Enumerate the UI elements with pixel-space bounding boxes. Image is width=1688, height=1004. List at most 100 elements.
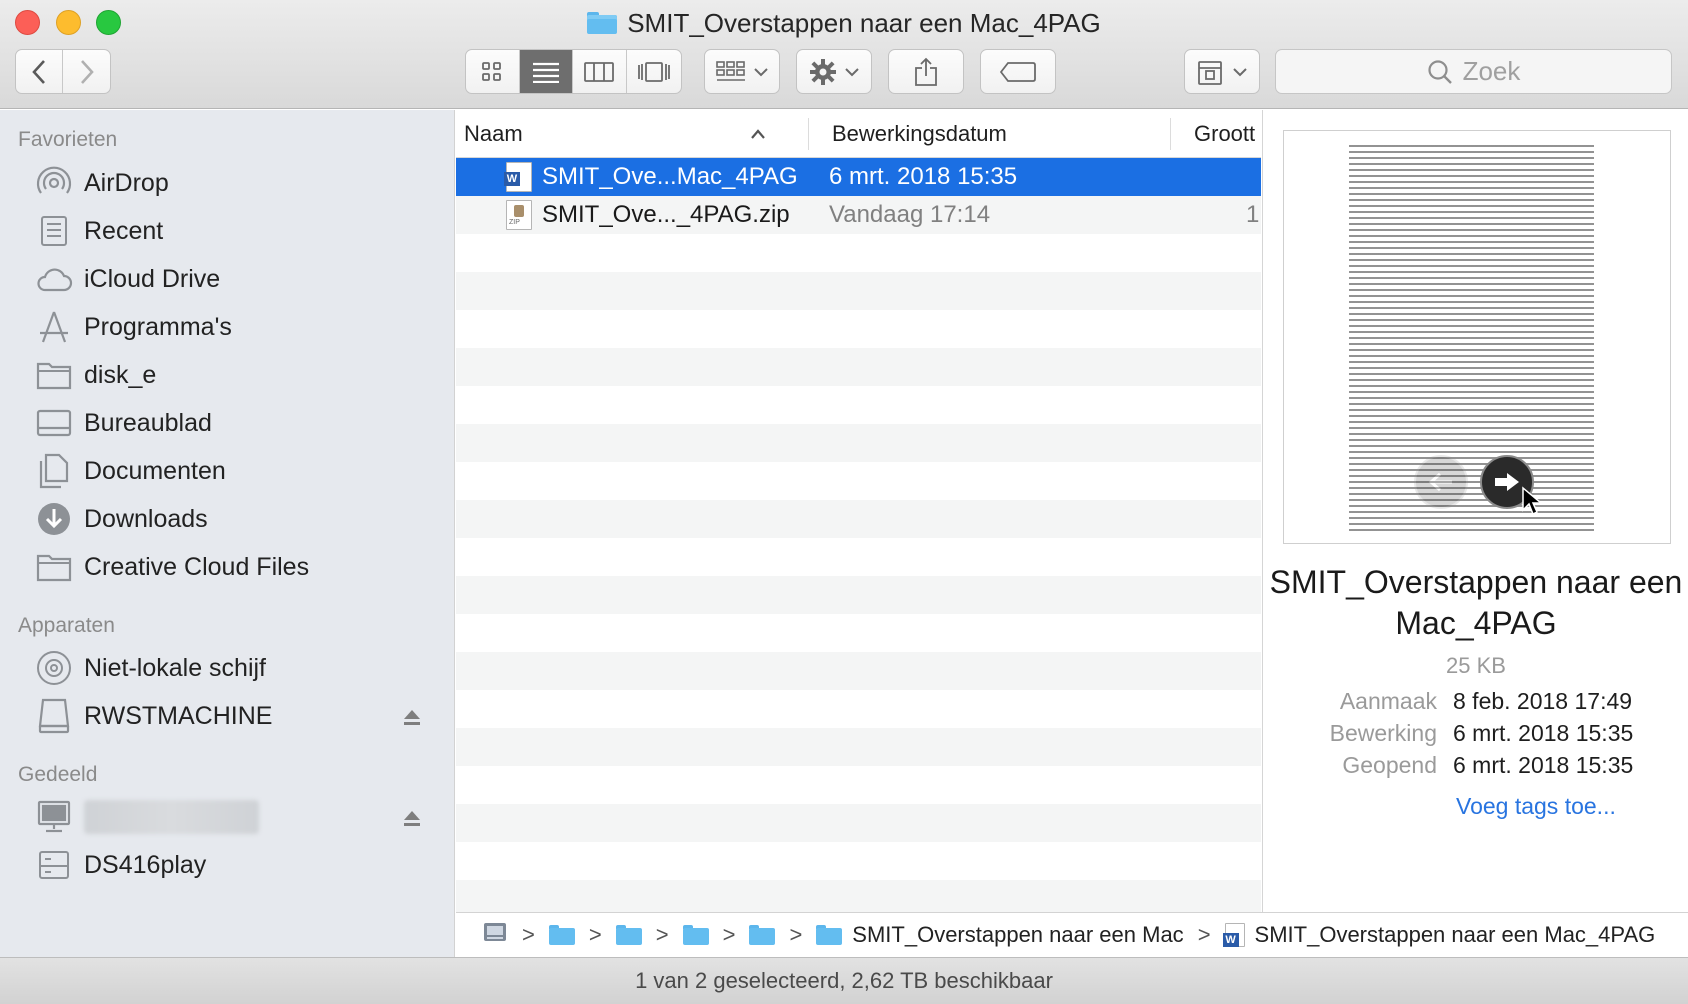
cloud-icon [34, 259, 74, 299]
path-segment-folder-icon[interactable] [615, 925, 642, 945]
back-button[interactable] [16, 50, 64, 93]
share-icon [915, 57, 937, 86]
computer-icon [34, 797, 74, 837]
empty-row [456, 272, 1261, 310]
column-separator[interactable] [1170, 118, 1171, 150]
path-segment-folder-icon[interactable] [548, 925, 575, 945]
path-separator: > [588, 922, 602, 947]
file-date-cell: Vandaag 17:14 [829, 201, 991, 228]
path-segment-parent-folder[interactable]: SMIT_Overstappen naar een Mac [816, 922, 1184, 948]
forward-button[interactable] [63, 50, 110, 93]
file-date-cell: 6 mrt. 2018 15:35 [829, 163, 1018, 190]
tags-button[interactable] [980, 49, 1056, 94]
column-header-date-label: Bewerkingsdatum [832, 121, 1007, 146]
column-header-size-label: Groott [1194, 121, 1256, 146]
file-row-document[interactable]: SMIT_Ove...Mac_4PAG 6 mrt. 2018 15:35 [456, 158, 1261, 196]
sidebar-heading-devices: Apparaten [18, 614, 115, 637]
path-separator: > [722, 922, 736, 947]
search-placeholder: Zoek [1462, 56, 1521, 86]
folder-icon [34, 355, 74, 395]
eject-icon[interactable] [402, 706, 422, 726]
sidebar-item-label: DS416play [84, 850, 207, 879]
empty-row [456, 614, 1261, 652]
status-text: 1 van 2 geselecteerd, 2,62 TB beschikbaa… [635, 968, 1053, 993]
file-name-cell: SMIT_Ove...Mac_4PAG [504, 158, 798, 196]
column-separator[interactable] [808, 118, 809, 150]
sidebar-item-documents[interactable]: Documenten [0, 447, 455, 495]
path-segment-root[interactable] [482, 920, 508, 950]
list-view-button[interactable] [519, 50, 573, 93]
empty-row [456, 880, 1261, 912]
airdrop-icon [34, 163, 74, 203]
add-tags-link[interactable]: Voeg tags toe... [1456, 793, 1616, 820]
sidebar-item-airdrop[interactable]: AirDrop [0, 159, 455, 207]
empty-row [456, 348, 1261, 386]
sidebar: Favorieten AirDrop Recent iCloud Drive P… [0, 110, 455, 957]
eject-icon[interactable] [402, 807, 422, 827]
downloads-icon [34, 499, 74, 539]
column-header-date[interactable]: Bewerkingsdatum [832, 110, 1132, 158]
sidebar-item-recent[interactable]: Recent [0, 207, 455, 255]
storage-menu-button[interactable] [1184, 49, 1260, 94]
sidebar-item-label: Downloads [84, 504, 208, 533]
sidebar-item-label: AirDrop [84, 168, 169, 197]
empty-row [456, 804, 1261, 842]
sidebar-item-ds416play[interactable]: DS416play [0, 841, 455, 889]
sidebar-item-desktop[interactable]: Bureaublad [0, 399, 455, 447]
meta-value: 6 mrt. 2018 15:35 [1453, 752, 1634, 778]
sidebar-item-label: Bureaublad [84, 408, 212, 437]
sidebar-heading-favorites: Favorieten [18, 128, 118, 151]
empty-row [456, 728, 1261, 766]
meta-value: 8 feb. 2018 17:49 [1453, 688, 1633, 714]
arrange-icon [716, 60, 745, 81]
arrow-right-icon [1495, 473, 1519, 491]
arrow-left-icon [1428, 472, 1452, 492]
sidebar-item-remote-disc[interactable]: Niet-lokale schijf [0, 644, 455, 692]
path-separator: > [1197, 922, 1211, 947]
sidebar-item-label: RWSTMACHINE [84, 701, 273, 730]
chevron-down-icon [845, 67, 859, 76]
empty-row [456, 576, 1261, 614]
list-header: Naam Bewerkingsdatum Groott [456, 110, 1261, 158]
previous-page-button[interactable] [1414, 455, 1468, 509]
path-segment-label: SMIT_Overstappen naar een Mac_4PAG [1254, 922, 1656, 947]
applications-icon [34, 307, 74, 347]
sidebar-item-disk-e[interactable]: disk_e [0, 351, 455, 399]
path-separator: > [789, 922, 803, 947]
file-list: Naam Bewerkingsdatum Groott SMIT_Ove...M… [456, 110, 1261, 912]
disc-icon [34, 648, 74, 688]
path-segment-folder-icon[interactable] [749, 925, 776, 945]
empty-row [456, 538, 1261, 576]
mouse-cursor-icon [1522, 486, 1543, 516]
search-field[interactable]: Zoek [1275, 49, 1672, 94]
column-header-name[interactable]: Naam [464, 110, 774, 158]
preview-meta-opened: Geopend 6 mrt. 2018 15:35 [1263, 752, 1688, 784]
path-segment-current-file[interactable]: SMIT_Overstappen naar een Mac_4PAG [1222, 922, 1656, 948]
desktop-icon [34, 403, 74, 443]
column-header-size[interactable]: Groott [1194, 110, 1261, 158]
preview-file-name: SMIT_Overstappen naar een Mac_4PAG [1269, 564, 1683, 641]
sidebar-item-label: Creative Cloud Files [84, 552, 310, 581]
icon-view-button[interactable] [466, 50, 520, 93]
column-header-name-label: Naam [464, 121, 523, 146]
sidebar-item-creative-cloud-files[interactable]: Creative Cloud Files [0, 543, 455, 591]
server-icon [34, 845, 74, 885]
file-row-zip[interactable]: SMIT_Ove..._4PAG.zip Vandaag 17:14 1 [456, 196, 1261, 234]
sidebar-item-downloads[interactable]: Downloads [0, 495, 455, 543]
sidebar-item-shared-computer[interactable] [0, 793, 455, 841]
column-view-button[interactable] [573, 50, 627, 93]
action-button[interactable] [796, 49, 872, 94]
sidebar-item-rwstmachine[interactable]: RWSTMACHINE [0, 692, 455, 740]
empty-row [456, 766, 1261, 804]
sidebar-item-applications[interactable]: Programma's [0, 303, 455, 351]
path-segment-folder-icon[interactable] [682, 925, 709, 945]
status-bar: 1 van 2 geselecteerd, 2,62 TB beschikbaa… [0, 957, 1688, 1004]
document-thumbnail[interactable] [1283, 130, 1671, 544]
cover-flow-button[interactable] [627, 50, 681, 93]
folder-icon [816, 925, 843, 945]
window-title: SMIT_Overstappen naar een Mac_4PAG [0, 6, 1688, 40]
arrange-button[interactable] [704, 49, 780, 94]
share-button[interactable] [888, 49, 964, 94]
sidebar-item-icloud-drive[interactable]: iCloud Drive [0, 255, 455, 303]
file-rows: SMIT_Ove...Mac_4PAG 6 mrt. 2018 15:35 SM… [456, 158, 1261, 912]
